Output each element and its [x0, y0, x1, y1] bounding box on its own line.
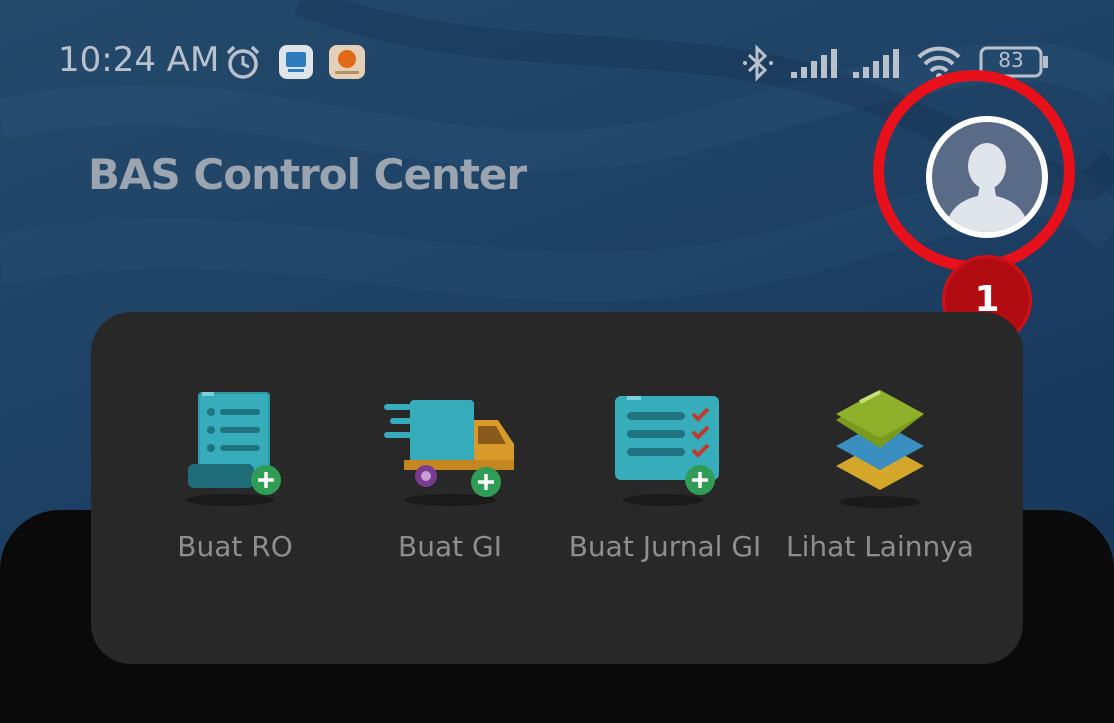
app-notification-icon [328, 44, 366, 84]
signal-icon [790, 48, 842, 84]
quick-actions-card: Buat RO Buat GI Buat Jurnal GI Lihat Lai… [91, 312, 1023, 664]
truck-add-icon [380, 382, 520, 514]
user-avatar-icon [932, 122, 1042, 232]
battery-level: 83 [998, 48, 1024, 72]
profile-avatar-button[interactable] [926, 116, 1048, 238]
signal-icon [852, 48, 904, 84]
quick-action-lihat-lainnya[interactable]: Lihat Lainnya [775, 382, 985, 567]
quick-action-label: Buat Jurnal GI [568, 530, 762, 563]
quick-action-buat-ro[interactable]: Buat RO [130, 382, 340, 567]
status-time: 10:24 AM [58, 40, 220, 80]
quick-action-label: Lihat Lainnya [786, 530, 974, 563]
document-add-icon [180, 382, 290, 514]
alarm-icon [224, 44, 262, 84]
layers-icon [830, 382, 930, 514]
page-title: BAS Control Center [88, 150, 527, 199]
app-notification-icon [278, 44, 314, 84]
quick-action-label: Buat RO [177, 530, 293, 563]
checklist-add-icon [605, 382, 725, 514]
quick-action-label: Buat GI [398, 530, 502, 563]
quick-action-buat-jurnal-gi[interactable]: Buat Jurnal GI [560, 382, 770, 567]
bluetooth-icon [742, 44, 774, 86]
quick-action-buat-gi[interactable]: Buat GI [345, 382, 555, 567]
